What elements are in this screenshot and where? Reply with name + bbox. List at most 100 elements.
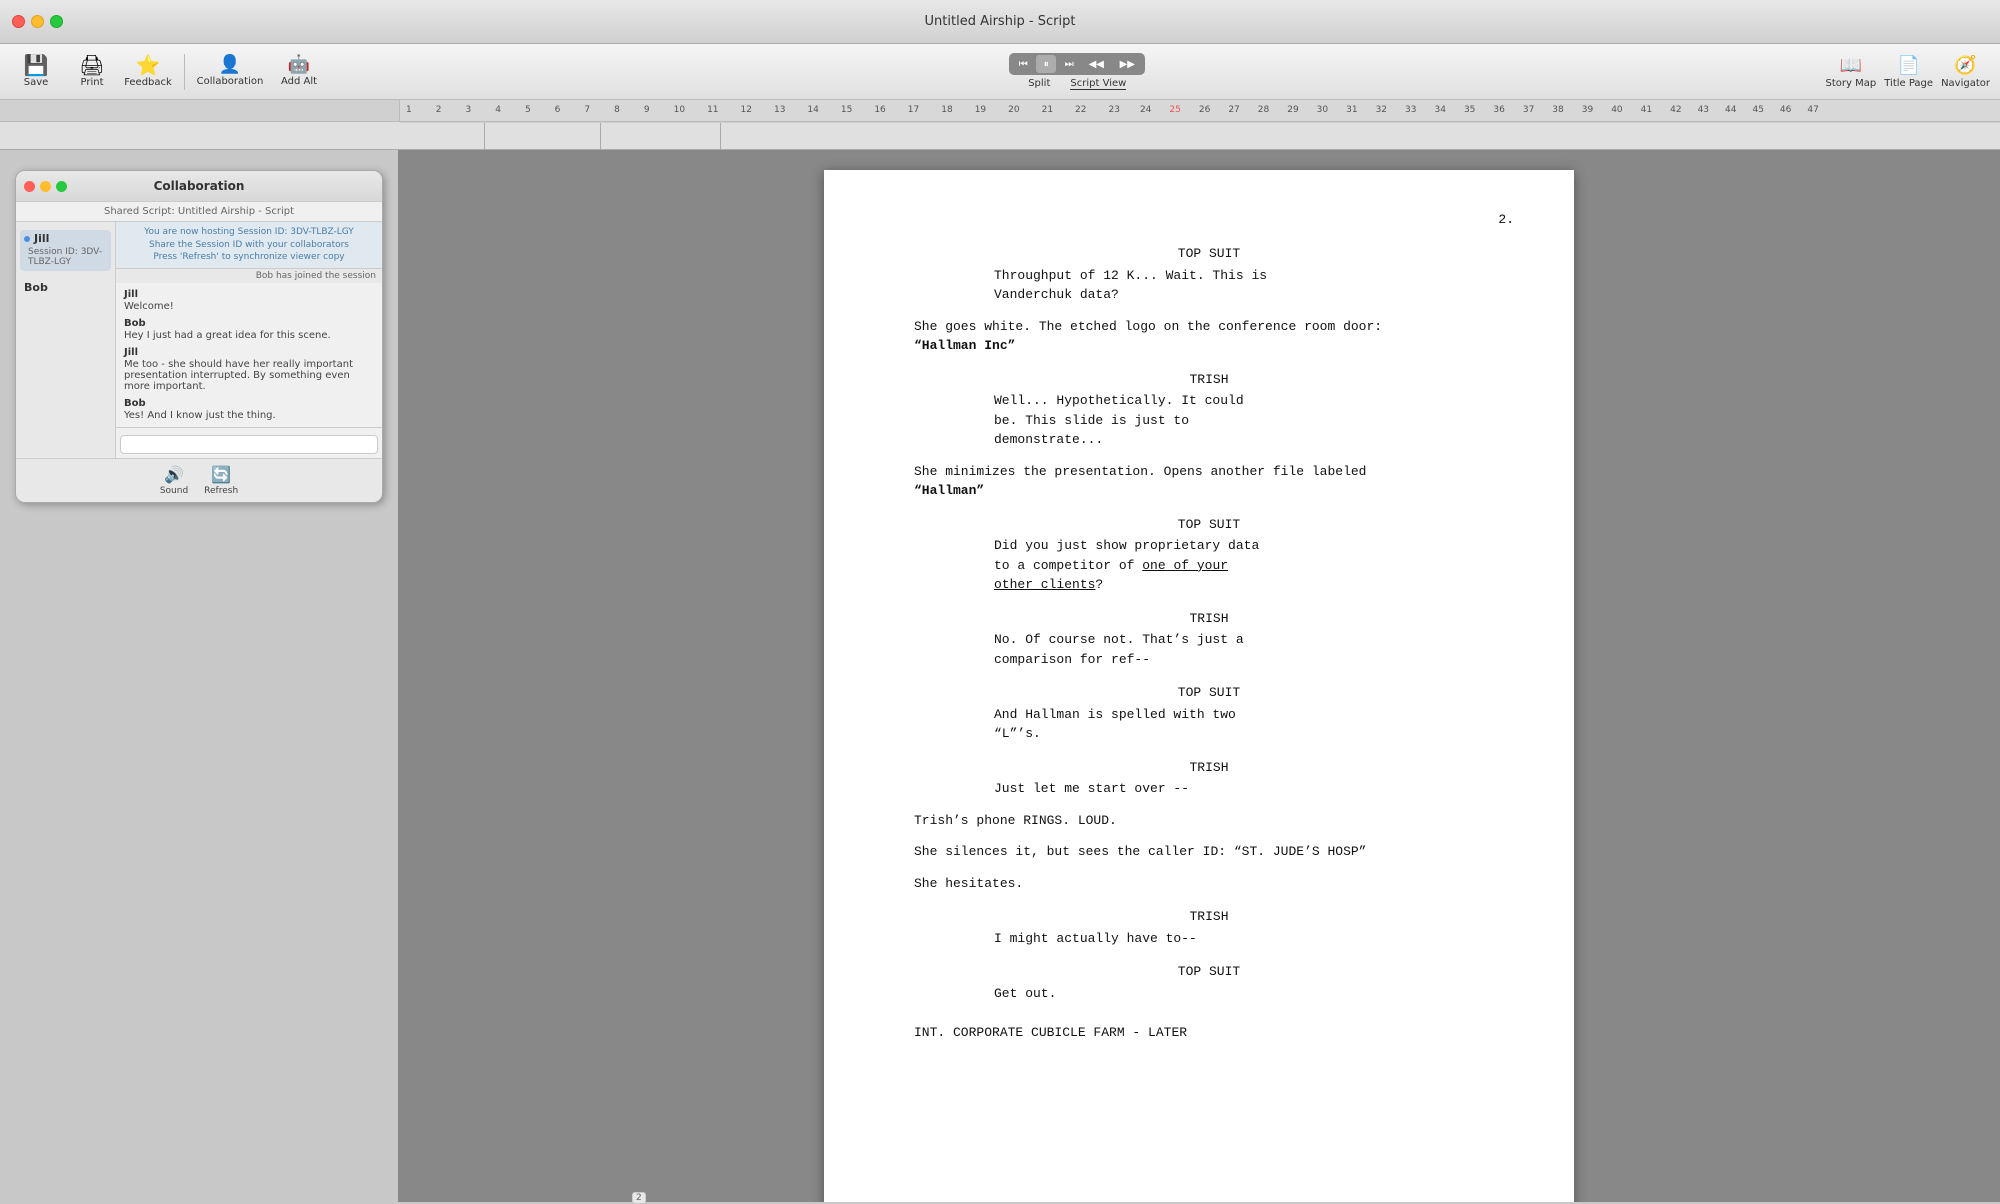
script-action-5: She hesitates. <box>914 874 1504 894</box>
collab-host-info: You are now hosting Session ID: 3DV-TLBZ… <box>116 222 382 269</box>
title-page-label: Title Page <box>1884 78 1933 89</box>
script-char-top-suit-1: TOP SUIT <box>914 244 1504 264</box>
script-dial-1: Throughput of 12 K... Wait. This isVande… <box>994 266 1424 305</box>
collab-body: Jill Session ID: 3DV-TLBZ-LGY Bob <box>16 222 382 458</box>
window-title: Untitled Airship - Script <box>925 14 1076 29</box>
collaboration-icon: 👤 <box>219 56 241 74</box>
tab-script-view[interactable]: Script View <box>1070 78 1126 90</box>
save-icon: 💾 <box>24 55 49 75</box>
close-button[interactable] <box>12 15 25 28</box>
script-dial-8: Get out. <box>994 984 1424 1004</box>
script-action-bold-1: “Hallman Inc” <box>914 338 1015 353</box>
minimize-button[interactable] <box>31 15 44 28</box>
sound-icon: 🔊 <box>164 465 184 484</box>
main-area: Collaboration Shared Script: Untitled Ai… <box>0 150 2000 1202</box>
script-dial-5: And Hallman is spelled with two“L”’s. <box>994 705 1424 744</box>
collab-shared-script-label: Shared Script: Untitled Airship - Script <box>16 202 382 222</box>
toolbar-right: 📖 Story Map 📄 Title Page 🧭 Navigator <box>1826 55 1990 89</box>
script-dial-4: No. Of course not. That’s just acomparis… <box>994 630 1424 669</box>
user-jill-name: Jill <box>34 232 49 245</box>
rewind-button[interactable]: ◀◀ <box>1082 55 1110 73</box>
script-char-top-suit-4: TOP SUIT <box>914 962 1504 982</box>
chat-sender-2: Jill <box>124 347 374 358</box>
collab-footer: 🔊 Sound 🔄 Refresh <box>16 458 382 502</box>
view-tabs: Split Script View <box>1028 78 1126 90</box>
chat-text-2: Me too - she should have her really impo… <box>124 359 374 392</box>
collab-users-list: Jill Session ID: 3DV-TLBZ-LGY Bob <box>16 222 116 458</box>
chat-text-1: Hey I just had a great idea for this sce… <box>124 330 374 341</box>
collab-joined-msg: Bob has joined the session <box>116 269 382 283</box>
collab-chat-area: You are now hosting Session ID: 3DV-TLBZ… <box>116 222 382 458</box>
add-alt-label: Add Alt <box>281 76 317 87</box>
collab-titlebar: Collaboration <box>16 171 382 202</box>
user-active-dot <box>24 236 30 242</box>
chat-text-0: Welcome! <box>124 301 374 312</box>
chat-sender-1: Bob <box>124 318 374 329</box>
ruler-tabs-row <box>0 122 2000 149</box>
navigator-button[interactable]: 🧭 Navigator <box>1941 55 1990 89</box>
title-page-icon: 📄 <box>1897 55 1919 76</box>
playback-controls: ⏮ ⏸ ⏭ ◀◀ ▶▶ <box>1009 53 1145 75</box>
save-button[interactable]: 💾 Save <box>10 49 62 95</box>
script-char-trish-2: TRISH <box>914 609 1504 629</box>
fast-fwd-button[interactable]: ▶▶ <box>1113 55 1141 73</box>
script-action-2: She minimizes the presentation. Opens an… <box>914 462 1504 501</box>
user-jill-session: Session ID: 3DV-TLBZ-LGY <box>24 245 107 269</box>
save-label: Save <box>24 77 49 88</box>
script-action-4: She silences it, but sees the caller ID:… <box>914 842 1504 862</box>
story-map-button[interactable]: 📖 Story Map <box>1826 55 1877 89</box>
story-map-label: Story Map <box>1826 78 1877 89</box>
chat-text-3: Yes! And I know just the thing. <box>124 410 374 421</box>
script-char-top-suit-2: TOP SUIT <box>914 515 1504 535</box>
sound-label: Sound <box>160 486 188 496</box>
host-info-line-1: You are now hosting Session ID: 3DV-TLBZ… <box>122 226 376 239</box>
skip-fwd-button[interactable]: ⏭ <box>1059 55 1079 73</box>
collab-messages: Jill Welcome! Bob Hey I just had a great… <box>116 283 382 427</box>
collab-window-title: Collaboration <box>154 179 245 193</box>
script-dial-6: Just let me start over -- <box>994 779 1424 799</box>
refresh-button[interactable]: 🔄 Refresh <box>204 465 238 496</box>
print-button[interactable]: 🖨 Print <box>66 49 118 95</box>
script-dial-7: I might actually have to-- <box>994 929 1424 949</box>
script-char-trish-1: TRISH <box>914 370 1504 390</box>
traffic-lights <box>0 15 63 28</box>
collab-maximize-button[interactable] <box>56 181 67 192</box>
toolbar: 💾 Save 🖨 Print ⭐ Feedback 👤 Collaboratio… <box>0 44 2000 100</box>
pause-button[interactable]: ⏸ <box>1036 55 1056 73</box>
chat-input-field[interactable] <box>120 435 378 454</box>
toolbar-separator-1 <box>184 54 185 90</box>
chat-sender-0: Jill <box>124 289 374 300</box>
maximize-button[interactable] <box>50 15 63 28</box>
refresh-icon: 🔄 <box>211 465 231 484</box>
refresh-label: Refresh <box>204 486 238 496</box>
script-content: TOP SUIT Throughput of 12 K... Wait. Thi… <box>914 244 1504 1043</box>
script-char-trish-4: TRISH <box>914 907 1504 927</box>
skip-back-button[interactable]: ⏮ <box>1013 55 1033 73</box>
chat-message-1: Bob Hey I just had a great idea for this… <box>124 318 374 341</box>
host-info-line-3: Press 'Refresh' to synchronize viewer co… <box>122 251 376 264</box>
collab-minimize-button[interactable] <box>40 181 51 192</box>
script-action-6: INT. CORPORATE CUBICLE FARM - LATER <box>914 1023 1504 1043</box>
script-char-top-suit-3: TOP SUIT <box>914 683 1504 703</box>
collab-traffic-lights <box>24 181 67 192</box>
collaboration-panel: Collaboration Shared Script: Untitled Ai… <box>0 150 398 1202</box>
tab-split[interactable]: Split <box>1028 78 1050 90</box>
collaboration-button[interactable]: 👤 Collaboration <box>195 49 265 95</box>
script-action-bold-2: “Hallman” <box>914 483 984 498</box>
ruler-numbers-row: 1 2 3 4 5 6 7 8 9 10 11 12 13 14 15 16 1… <box>0 100 2000 122</box>
add-alt-button[interactable]: 🤖 Add Alt <box>269 49 329 95</box>
title-page-button[interactable]: 📄 Title Page <box>1884 55 1933 89</box>
script-area: 2. TOP SUIT Throughput of 12 K... Wait. … <box>398 150 2000 1202</box>
collab-close-button[interactable] <box>24 181 35 192</box>
chat-message-3: Bob Yes! And I know just the thing. <box>124 398 374 421</box>
story-map-icon: 📖 <box>1840 55 1862 76</box>
chat-sender-3: Bob <box>124 398 374 409</box>
collab-user-jill: Jill Session ID: 3DV-TLBZ-LGY <box>20 230 111 271</box>
chat-message-2: Jill Me too - she should have her really… <box>124 347 374 392</box>
script-action-1: She goes white. The etched logo on the c… <box>914 317 1504 356</box>
sound-button[interactable]: 🔊 Sound <box>160 465 188 496</box>
collaboration-label: Collaboration <box>197 76 264 87</box>
feedback-button[interactable]: ⭐ Feedback <box>122 49 174 95</box>
print-icon: 🖨 <box>79 55 104 75</box>
print-label: Print <box>80 77 103 88</box>
